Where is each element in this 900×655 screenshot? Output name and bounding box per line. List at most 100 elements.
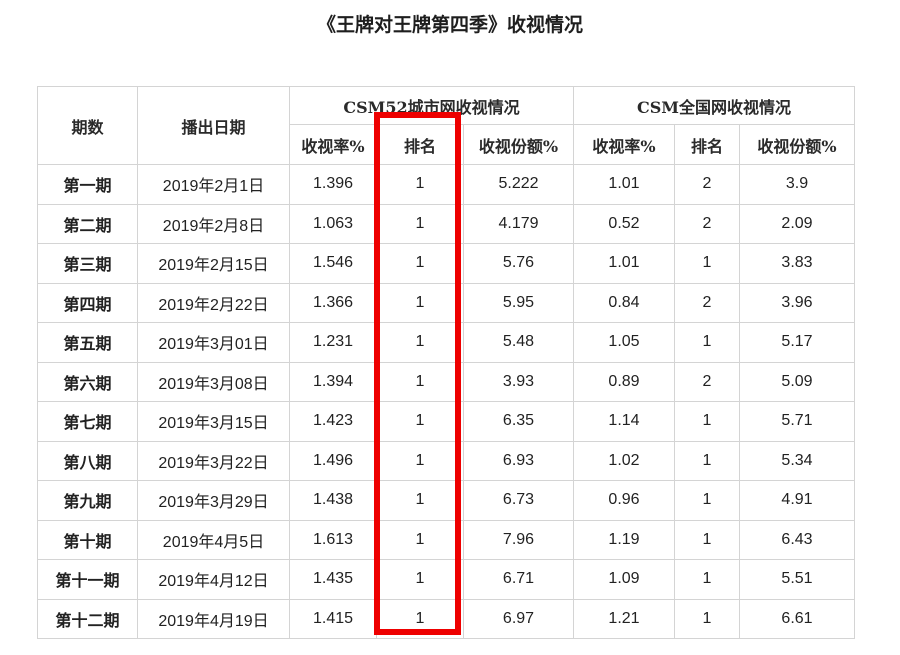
national-rank-cell: 2 — [674, 203, 740, 244]
table-row: 第九期 2019年3月29日 1.438 1 6.73 0.96 1 4.91 — [37, 480, 855, 521]
national-rank-cell: 1 — [674, 480, 740, 521]
csm52-rating-cell: 1.423 — [289, 401, 377, 442]
episode-cell: 第十一期 — [37, 559, 138, 600]
csm52-rank-cell: 1 — [376, 164, 464, 205]
csm52-rating-cell: 1.366 — [289, 282, 377, 323]
air-date-cell: 2019年2月1日 — [137, 164, 290, 205]
csm52-rank-cell: 1 — [376, 440, 464, 481]
header-csm52-rank: 排名 — [376, 124, 464, 165]
header-national-rank: 排名 — [674, 124, 740, 165]
air-date-cell: 2019年3月22日 — [137, 440, 290, 481]
national-rank-cell: 1 — [674, 322, 740, 363]
table-row: 第六期 2019年3月08日 1.394 1 3.93 0.89 2 5.09 — [37, 361, 855, 402]
national-rank-cell: 1 — [674, 243, 740, 284]
episode-cell: 第三期 — [37, 243, 138, 284]
national-rank-cell: 1 — [674, 598, 740, 639]
national-share-cell: 2.09 — [739, 203, 855, 244]
csm52-share-cell: 6.73 — [463, 480, 574, 521]
national-share-cell: 5.17 — [739, 322, 855, 363]
national-share-cell: 3.96 — [739, 282, 855, 323]
csm52-share-cell: 4.179 — [463, 203, 574, 244]
air-date-cell: 2019年3月01日 — [137, 322, 290, 363]
csm52-share-cell: 6.35 — [463, 401, 574, 442]
national-share-cell: 6.61 — [739, 598, 855, 639]
csm52-rating-cell: 1.613 — [289, 519, 377, 560]
table-row: 第七期 2019年3月15日 1.423 1 6.35 1.14 1 5.71 — [37, 401, 855, 442]
episode-cell: 第五期 — [37, 322, 138, 363]
episode-cell: 第四期 — [37, 282, 138, 323]
csm52-rating-cell: 1.415 — [289, 598, 377, 639]
national-share-cell: 5.09 — [739, 361, 855, 402]
csm52-rank-cell: 1 — [376, 361, 464, 402]
national-rating-cell: 1.01 — [573, 243, 675, 284]
episode-cell: 第十期 — [37, 519, 138, 560]
national-rating-cell: 1.14 — [573, 401, 675, 442]
table-row: 第十二期 2019年4月19日 1.415 1 6.97 1.21 1 6.61 — [37, 598, 855, 639]
header-national-rating: 收视率% — [573, 124, 675, 165]
table-row: 第五期 2019年3月01日 1.231 1 5.48 1.05 1 5.17 — [37, 322, 855, 363]
header-csm52-group: CSM52城市网收视情况 — [289, 86, 574, 125]
national-rating-cell: 1.09 — [573, 559, 675, 600]
episode-cell: 第九期 — [37, 480, 138, 521]
csm52-rank-cell: 1 — [376, 282, 464, 323]
csm52-rating-cell: 1.496 — [289, 440, 377, 481]
page-title: 《王牌对王牌第四季》收视情况 — [316, 14, 583, 36]
header-national-group: CSM全国网收视情况 — [573, 86, 855, 125]
episode-cell: 第八期 — [37, 440, 138, 481]
csm52-share-cell: 5.95 — [463, 282, 574, 323]
table-row: 第十一期 2019年4月12日 1.435 1 6.71 1.09 1 5.51 — [37, 559, 855, 600]
national-rank-cell: 2 — [674, 164, 740, 205]
national-rank-cell: 2 — [674, 361, 740, 402]
header-episode: 期数 — [37, 86, 138, 165]
national-rating-cell: 1.02 — [573, 440, 675, 481]
national-rank-cell: 1 — [674, 440, 740, 481]
episode-cell: 第十二期 — [37, 598, 138, 639]
header-csm52-rating: 收视率% — [289, 124, 377, 165]
national-rating-cell: 1.19 — [573, 519, 675, 560]
header-air-date: 播出日期 — [137, 86, 290, 165]
csm52-rating-cell: 1.438 — [289, 480, 377, 521]
episode-cell: 第一期 — [37, 164, 138, 205]
csm52-rank-cell: 1 — [376, 480, 464, 521]
episode-cell: 第六期 — [37, 361, 138, 402]
national-rank-cell: 2 — [674, 282, 740, 323]
national-share-cell: 5.51 — [739, 559, 855, 600]
air-date-cell: 2019年4月5日 — [137, 519, 290, 560]
table-row: 第三期 2019年2月15日 1.546 1 5.76 1.01 1 3.83 — [37, 243, 855, 284]
air-date-cell: 2019年4月12日 — [137, 559, 290, 600]
national-rank-cell: 1 — [674, 519, 740, 560]
table-row: 第八期 2019年3月22日 1.496 1 6.93 1.02 1 5.34 — [37, 440, 855, 481]
national-rating-cell: 1.21 — [573, 598, 675, 639]
csm52-rank-cell: 1 — [376, 598, 464, 639]
air-date-cell: 2019年2月15日 — [137, 243, 290, 284]
national-rating-cell: 0.84 — [573, 282, 675, 323]
csm52-rank-cell: 1 — [376, 559, 464, 600]
csm52-share-cell: 5.222 — [463, 164, 574, 205]
csm52-share-cell: 5.76 — [463, 243, 574, 284]
national-rating-cell: 0.89 — [573, 361, 675, 402]
table-row: 第二期 2019年2月8日 1.063 1 4.179 0.52 2 2.09 — [37, 203, 855, 244]
csm52-rank-cell: 1 — [376, 203, 464, 244]
csm52-rank-cell: 1 — [376, 401, 464, 442]
csm52-rating-cell: 1.435 — [289, 559, 377, 600]
csm52-rating-cell: 1.231 — [289, 322, 377, 363]
national-share-cell: 5.34 — [739, 440, 855, 481]
air-date-cell: 2019年2月8日 — [137, 203, 290, 244]
csm52-rank-cell: 1 — [376, 243, 464, 284]
csm52-rank-cell: 1 — [376, 519, 464, 560]
air-date-cell: 2019年3月29日 — [137, 480, 290, 521]
national-rank-cell: 1 — [674, 401, 740, 442]
air-date-cell: 2019年2月22日 — [137, 282, 290, 323]
csm52-rank-cell: 1 — [376, 322, 464, 363]
csm52-rating-cell: 1.546 — [289, 243, 377, 284]
episode-cell: 第七期 — [37, 401, 138, 442]
air-date-cell: 2019年3月08日 — [137, 361, 290, 402]
national-rating-cell: 0.52 — [573, 203, 675, 244]
table-row: 第十期 2019年4月5日 1.613 1 7.96 1.19 1 6.43 — [37, 519, 855, 560]
national-rating-cell: 1.05 — [573, 322, 675, 363]
air-date-cell: 2019年4月19日 — [137, 598, 290, 639]
csm52-share-cell: 6.93 — [463, 440, 574, 481]
national-rating-cell: 1.01 — [573, 164, 675, 205]
csm52-rating-cell: 1.396 — [289, 164, 377, 205]
csm52-share-cell: 3.93 — [463, 361, 574, 402]
